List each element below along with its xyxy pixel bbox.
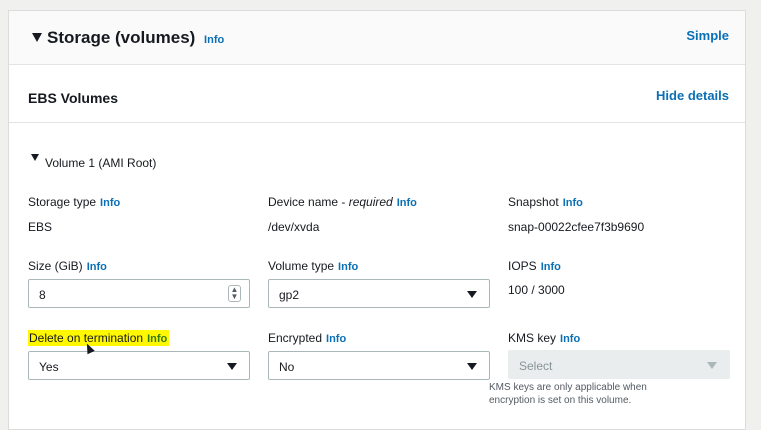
- device-name-label: Device name - required Info: [268, 195, 417, 209]
- snapshot-value: snap-00022cfee7f3b9690: [508, 220, 645, 234]
- encrypted-value: No: [279, 360, 295, 374]
- section-title-text: Storage (volumes): [47, 28, 196, 47]
- storage-panel: Storage (volumes) Info Simple EBS Volume…: [8, 10, 746, 430]
- kms-key-help-line2: encryption is set on this volume.: [489, 395, 632, 406]
- storage-type-info-link[interactable]: Info: [100, 197, 120, 209]
- iops-label-text: IOPS: [508, 259, 537, 273]
- device-name-required: required: [348, 195, 393, 209]
- device-name-label-text: Device name -: [268, 195, 349, 209]
- section-title: Storage (volumes) Info: [47, 28, 224, 48]
- snapshot-label-text: Snapshot: [508, 195, 559, 209]
- volume-type-label: Volume type Info: [268, 259, 358, 273]
- volume-caret-icon[interactable]: [31, 154, 39, 161]
- section-info-link[interactable]: Info: [204, 34, 224, 46]
- kms-key-help-line1: KMS keys are only applicable when: [489, 382, 647, 393]
- encrypted-info-link[interactable]: Info: [326, 333, 346, 345]
- iops-label: IOPS Info: [508, 259, 561, 273]
- volume-type-info-link[interactable]: Info: [338, 261, 358, 273]
- device-name-info-link[interactable]: Info: [397, 197, 417, 209]
- kms-key-placeholder: Select: [519, 359, 553, 373]
- delete-on-termination-info-link[interactable]: Info: [147, 333, 167, 345]
- snapshot-label: Snapshot Info: [508, 195, 583, 209]
- volume-type-label-text: Volume type: [268, 259, 335, 273]
- storage-type-label: Storage type Info: [28, 195, 120, 209]
- encrypted-label-text: Encrypted: [268, 331, 323, 345]
- volume-type-value: gp2: [279, 288, 300, 302]
- delete-on-termination-label: Delete on termination Info: [28, 330, 170, 346]
- kms-key-help-text: KMS keys are only applicable when encryp…: [489, 381, 709, 407]
- volume-type-select[interactable]: gp2: [268, 279, 490, 308]
- iops-info-link[interactable]: Info: [541, 261, 561, 273]
- storage-type-value: EBS: [28, 220, 53, 234]
- chevron-down-icon: [467, 363, 477, 370]
- panel-header: Storage (volumes) Info Simple: [9, 11, 745, 65]
- simple-mode-link[interactable]: Simple: [686, 28, 729, 43]
- encrypted-label: Encrypted Info: [268, 331, 346, 345]
- delete-on-termination-select[interactable]: Yes: [28, 351, 250, 380]
- delete-on-termination-value: Yes: [39, 360, 59, 374]
- encrypted-select[interactable]: No: [268, 351, 490, 380]
- size-input-value: 8: [39, 288, 46, 302]
- size-label-text: Size (GiB): [28, 259, 83, 273]
- ebs-header: EBS Volumes Hide details: [9, 65, 745, 123]
- kms-key-select: Select: [508, 350, 730, 379]
- snapshot-info-link[interactable]: Info: [563, 197, 583, 209]
- chevron-down-icon: [707, 362, 717, 369]
- iops-value: 100 / 3000: [508, 283, 565, 297]
- chevron-down-icon: [467, 291, 477, 298]
- size-label: Size (GiB) Info: [28, 259, 107, 273]
- highlighted-label: Delete on termination Info: [28, 330, 170, 346]
- size-input[interactable]: 8 ▲ ▼: [28, 279, 250, 308]
- storage-type-label-text: Storage type: [28, 195, 97, 209]
- hide-details-link[interactable]: Hide details: [656, 88, 729, 103]
- ebs-title: EBS Volumes: [28, 90, 118, 106]
- volume-title[interactable]: Volume 1 (AMI Root): [45, 156, 156, 170]
- size-stepper-icon[interactable]: ▲ ▼: [228, 285, 241, 302]
- chevron-down-icon: [227, 363, 237, 370]
- kms-key-info-link[interactable]: Info: [560, 333, 580, 345]
- size-info-link[interactable]: Info: [87, 261, 107, 273]
- device-name-value: /dev/xvda: [268, 220, 320, 234]
- kms-key-label-text: KMS key: [508, 331, 557, 345]
- collapse-caret-icon[interactable]: [32, 33, 42, 42]
- kms-key-label: KMS key Info: [508, 331, 580, 345]
